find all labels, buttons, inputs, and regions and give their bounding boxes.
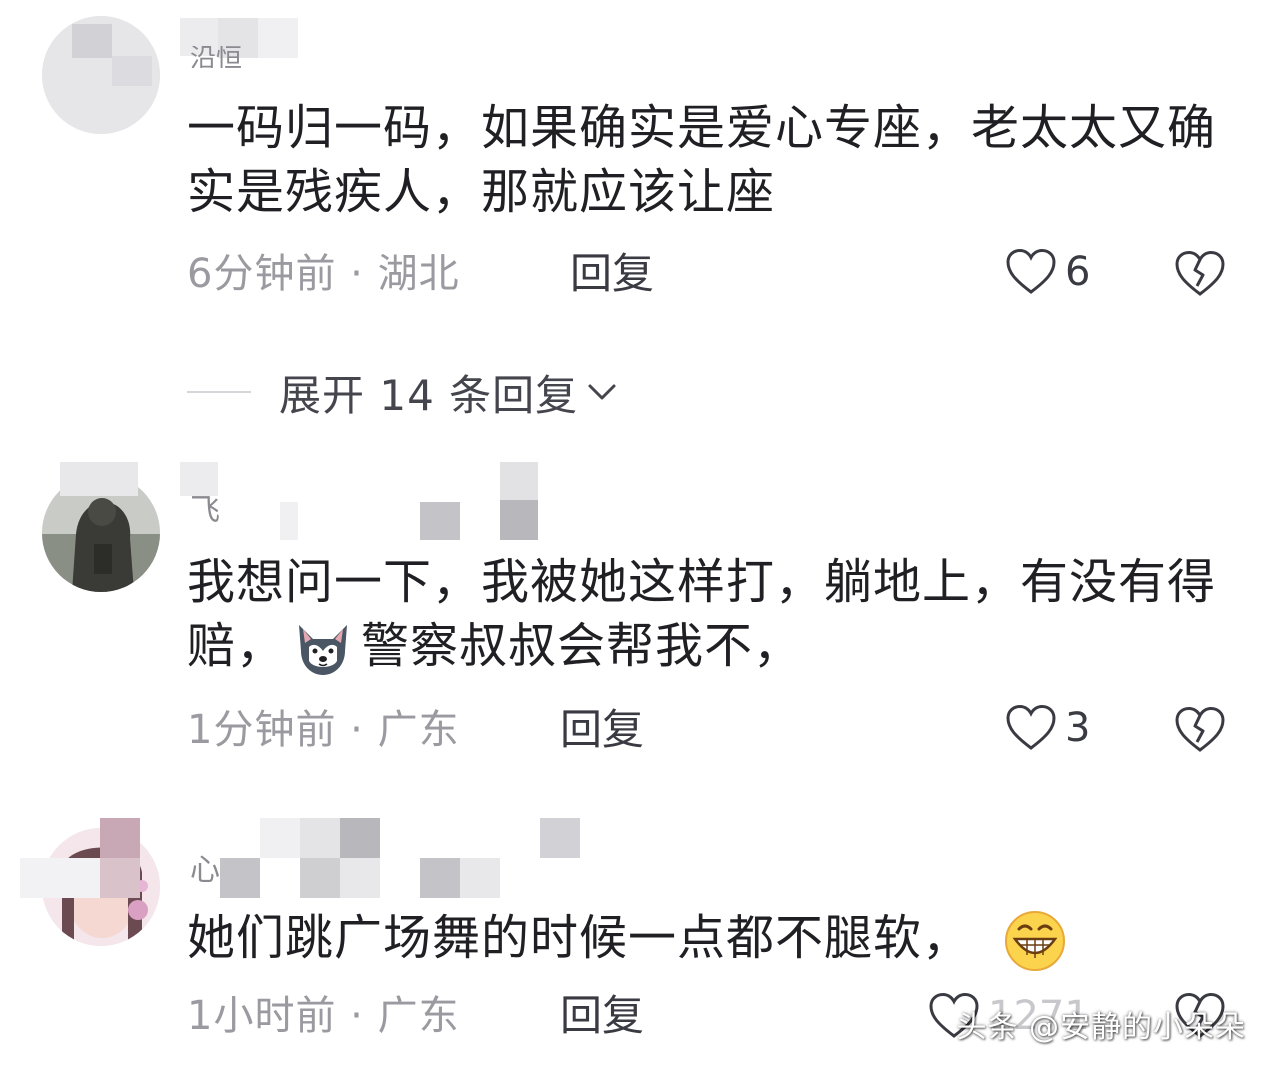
comment-time-location: 1小时前 · 广东 [187,993,460,1039]
heart-icon [1006,248,1056,294]
comment-text: 我想问一下，我被她这样打，躺地上，有没有得赔， 警察叔叔会帮我不， [187,550,1217,681]
reply-button[interactable]: 回复 [560,992,644,1040]
expand-replies-label: 展开 14 条回复 [279,370,579,420]
comment-time-location: 6分钟前 · 湖北 [187,251,460,297]
watermark: 头条 @安静的小朵朵 [956,1010,1246,1045]
username[interactable]: 心 [190,856,220,886]
grinning-face-emoji-icon [1005,911,1066,971]
username[interactable]: 沿恒 [190,46,242,68]
comment-text-part: 她们跳广场舞的时候一点都不腿软， [187,910,972,966]
like-count: 3 [1065,705,1091,751]
expand-replies-button[interactable]: 展开 14 条回复 [187,360,620,424]
comment-meta: 1小时前 · 广东 [187,992,460,1040]
heart-icon [1006,704,1056,750]
dislike-button[interactable] [1173,706,1227,758]
dislike-button[interactable] [1173,250,1227,302]
comment-text: 一码归一码，如果确实是爱心专座，老太太又确实是残疾人，那就应该让座 [187,100,1217,220]
comment-meta: 1分钟前 · 广东 [187,706,460,754]
username[interactable]: 飞 [190,496,220,526]
broken-heart-icon [1175,706,1225,752]
divider [187,391,251,393]
like-button[interactable]: 3 [1005,704,1090,752]
comment-text-part: 警察叔叔会帮我不， [361,618,803,674]
like-count: 6 [1065,249,1091,295]
comment-time-location: 1分钟前 · 广东 [187,707,460,753]
avatar[interactable] [42,16,160,134]
like-button[interactable]: 6 [1005,248,1090,296]
broken-heart-icon [1175,250,1225,296]
comment-text: 她们跳广场舞的时候一点都不腿软， [187,906,1217,973]
reply-button[interactable]: 回复 [570,250,654,298]
avatar-image [42,16,160,134]
chevron-down-icon [588,384,616,400]
comment-meta: 6分钟前 · 湖北 [187,250,460,298]
husky-dog-emoji-icon [299,625,348,675]
reply-button[interactable]: 回复 [560,706,644,754]
